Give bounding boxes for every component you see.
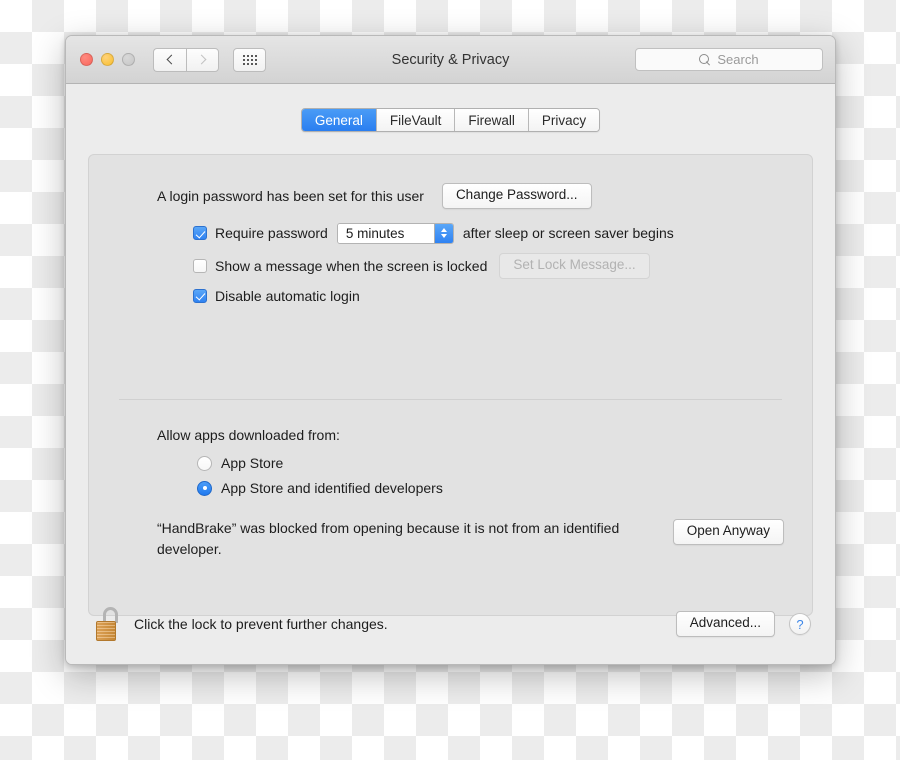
password-delay-stepper[interactable]: 5 minutes: [337, 223, 454, 244]
stepper-down-icon[interactable]: [441, 234, 447, 238]
window-footer: Click the lock to prevent further change…: [66, 584, 835, 664]
login-password-row: A login password has been set for this u…: [157, 183, 812, 209]
security-privacy-window: Security & Privacy Search General FileVa…: [65, 35, 836, 665]
require-password-row[interactable]: Require password 5 minutes after sleep o…: [193, 223, 812, 244]
minimize-button[interactable]: [101, 53, 114, 66]
grid-icon: [243, 55, 257, 65]
back-button[interactable]: [153, 48, 186, 72]
require-password-checkbox[interactable]: [193, 226, 207, 240]
password-delay-value: 5 minutes: [338, 224, 434, 243]
gatekeeper-section: Allow apps downloaded from: App Store Ap…: [157, 427, 784, 560]
window-titlebar: Security & Privacy Search: [66, 36, 835, 84]
tab-general[interactable]: General: [302, 109, 377, 131]
tab-privacy[interactable]: Privacy: [529, 109, 599, 131]
app-store-radio[interactable]: [197, 456, 212, 471]
close-button[interactable]: [80, 53, 93, 66]
footer-actions: Advanced... ?: [676, 611, 811, 637]
window-body: General FileVault Firewall Privacy A log…: [66, 84, 835, 664]
chevron-right-icon: [197, 55, 207, 65]
search-icon: [699, 54, 710, 65]
open-anyway-button[interactable]: Open Anyway: [673, 519, 784, 545]
stepper-arrows[interactable]: [434, 224, 453, 243]
lock-message-checkbox[interactable]: [193, 259, 207, 273]
disable-auto-login-label: Disable automatic login: [215, 288, 360, 304]
tab-filevault[interactable]: FileVault: [377, 109, 456, 131]
blocked-app-notice: “HandBrake” was blocked from opening bec…: [157, 518, 784, 560]
show-all-button[interactable]: [233, 48, 266, 72]
tab-firewall[interactable]: Firewall: [455, 109, 529, 131]
require-password-suffix: after sleep or screen saver begins: [463, 225, 674, 241]
zoom-button[interactable]: [122, 53, 135, 66]
general-settings-panel: A login password has been set for this u…: [88, 154, 813, 616]
navigation-buttons: [153, 48, 219, 72]
traffic-lights: [80, 53, 135, 66]
lock-instruction-text: Click the lock to prevent further change…: [134, 616, 388, 632]
stepper-up-icon[interactable]: [441, 228, 447, 232]
search-field[interactable]: Search: [635, 48, 823, 71]
identified-developers-radio[interactable]: [197, 481, 212, 496]
gatekeeper-option-identified-developers[interactable]: App Store and identified developers: [197, 480, 784, 496]
section-divider: [119, 399, 782, 400]
login-password-status: A login password has been set for this u…: [157, 188, 424, 204]
lock-message-row[interactable]: Show a message when the screen is locked…: [193, 253, 812, 279]
gatekeeper-option-app-store[interactable]: App Store: [197, 455, 784, 471]
disable-auto-login-checkbox[interactable]: [193, 289, 207, 303]
help-button[interactable]: ?: [789, 613, 811, 635]
padlock-body: [96, 621, 116, 641]
unlocked-padlock-icon[interactable]: [96, 607, 122, 641]
chevron-left-icon: [166, 55, 176, 65]
app-store-label: App Store: [221, 455, 283, 471]
set-lock-message-button[interactable]: Set Lock Message...: [499, 253, 649, 279]
blocked-app-message: “HandBrake” was blocked from opening bec…: [157, 518, 627, 560]
advanced-button[interactable]: Advanced...: [676, 611, 775, 637]
lock-message-label: Show a message when the screen is locked: [215, 258, 487, 274]
gatekeeper-heading: Allow apps downloaded from:: [157, 427, 784, 443]
search-placeholder: Search: [717, 52, 758, 67]
forward-button[interactable]: [186, 48, 219, 72]
require-password-label: Require password: [215, 225, 328, 241]
tab-bar: General FileVault Firewall Privacy: [66, 84, 835, 132]
change-password-button[interactable]: Change Password...: [442, 183, 592, 209]
identified-developers-label: App Store and identified developers: [221, 480, 443, 496]
disable-auto-login-row[interactable]: Disable automatic login: [193, 288, 812, 304]
